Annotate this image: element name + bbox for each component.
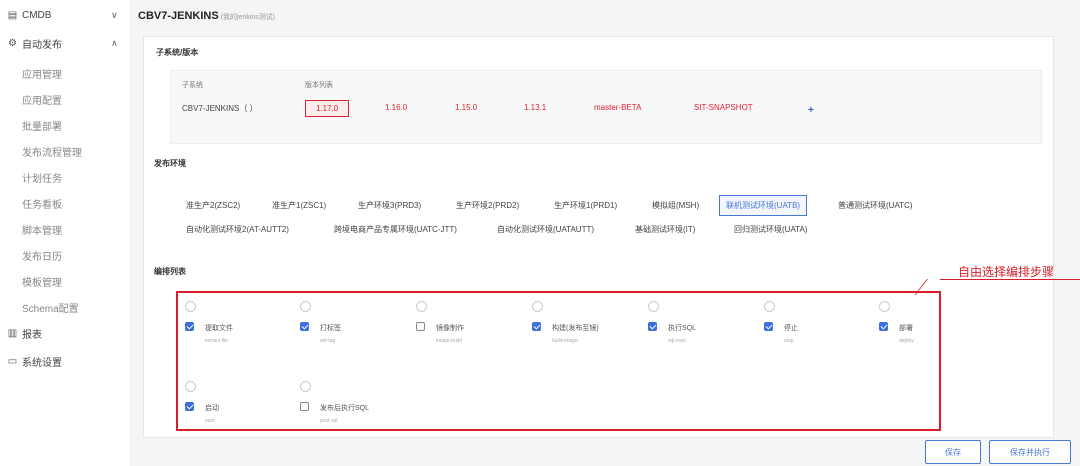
chevron-up-icon: ∧ [111,37,118,48]
sidebar-sub-item[interactable]: 模板管理 [22,274,62,289]
env-option[interactable]: 基础测试环境(IT) [635,224,695,235]
version-option[interactable]: 1.13.1 [524,103,546,112]
env-option[interactable]: 跨境电商产品专属环境(UATC-JTT) [334,224,457,235]
env-option[interactable]: 生产环境3(PRD3) [358,200,421,211]
step-order-circle [879,301,890,312]
env-option[interactable]: 准生产1(ZSC1) [272,200,326,211]
sidebar-sub-item[interactable]: 发布流程管理 [22,144,82,159]
step-checkbox[interactable] [300,402,309,411]
step-checkbox[interactable] [416,322,425,331]
version-option[interactable]: 1.15.0 [455,103,477,112]
step-sub: extract-file [205,338,229,344]
step-checkbox[interactable] [764,322,773,331]
version-option[interactable]: SIT-SNAPSHOT [694,103,753,112]
section-title-steps: 编排列表 [154,267,186,276]
steps-highlight-frame [176,291,941,431]
sidebar-sub-item[interactable]: 脚本管理 [22,222,62,237]
step-name: 提取文件 [205,325,233,332]
env-option[interactable]: 生产环境1(PRD1) [554,200,617,211]
step-checkbox[interactable] [185,402,194,411]
version-option[interactable]: master-BETA [594,103,641,112]
step-order-circle [532,301,543,312]
step-sub: deploy [899,338,914,344]
sidebar-sub-item[interactable]: 应用管理 [22,66,62,81]
step-name: 打标签 [320,325,341,332]
step-order-circle [416,301,427,312]
sidebar-item-cmdb[interactable]: ▤ CMDB ∨ [0,4,130,26]
sidebar-item-label: 系统设置 [22,357,62,369]
env-option[interactable]: 自动化测试环境2(AT-AUTT2) [186,224,289,235]
page-title: CBV7-JENKINS (我的jenkins测试) [138,10,275,22]
env-option-selected[interactable]: 联机测试环境(UATB) [719,195,808,216]
database-icon: ▤ [7,9,18,21]
step-name: 部署 [899,325,913,332]
step-order-circle [300,301,311,312]
deploy-icon: ⚙ [8,37,17,49]
step-name: 发布后执行SQL [320,405,370,412]
sidebar-item-auto-deploy[interactable]: ⚙ 自动发布 ∧ [0,32,130,54]
env-option[interactable]: 准生产2(ZSC2) [186,200,240,211]
step-checkbox[interactable] [300,322,309,331]
sidebar-sub-item[interactable]: 批量部署 [22,118,62,133]
annotation-callout: 自由选择编排步骤 [958,265,1055,279]
sidebar: ▤ CMDB ∨ ⚙ 自动发布 ∧ 应用管理 应用配置 批量部署 发布流程管理 … [0,0,131,466]
step-order-circle [300,381,311,392]
sidebar-sub-item[interactable]: Schema配置 [22,300,79,315]
step-checkbox[interactable] [648,322,657,331]
section-title-subsystem: 子系统/版本 [156,48,199,57]
section-title-env: 发布环境 [154,159,186,168]
sidebar-item-report[interactable]: ▥ 报表 [0,322,130,344]
step-checkbox[interactable] [879,322,888,331]
step-checkbox[interactable] [532,322,541,331]
sidebar-sub-item[interactable]: 发布日历 [22,248,62,263]
step-checkbox[interactable] [185,322,194,331]
step-order-circle [764,301,775,312]
version-option[interactable]: 1.16.0 [385,103,407,112]
column-header-version: 版本列表 [305,82,333,89]
save-button[interactable]: 保存 [925,440,981,464]
step-sub: stop [784,338,794,344]
env-option[interactable]: 生产环境2(PRD2) [456,200,519,211]
sidebar-sub-item[interactable]: 计划任务 [22,170,62,185]
annotation-underline [940,279,1080,280]
version-option-selected[interactable]: 1.17.0 [305,100,350,117]
report-icon: ▥ [7,327,18,339]
sidebar-item-label: 报表 [22,329,42,341]
page-subtitle: (我的jenkins测试) [220,14,276,21]
step-name: 构建(发布至镜) [552,325,599,332]
step-order-circle [185,381,196,392]
env-option[interactable]: 自动化测试环境(UATAUTT) [497,224,594,235]
save-and-run-button[interactable]: 保存并执行 [989,440,1071,464]
sidebar-item-system-settings[interactable]: ▭ 系统设置 [0,350,130,372]
step-order-circle [185,301,196,312]
column-header-subsystem: 子系统 [182,82,203,89]
add-version-icon[interactable]: + [808,105,814,116]
chevron-down-icon: ∨ [111,9,118,20]
subsystem-name: CBV7-JENKINS（ ） [182,104,258,113]
step-sub: image-build [436,338,462,344]
env-option[interactable]: 普通测试环境(UATC) [838,200,913,211]
step-sub: build-image [552,338,578,344]
env-option[interactable]: 回归测试环境(UATA) [734,224,807,235]
step-sub: sql-exec [668,338,687,344]
step-name: 执行SQL [668,325,697,332]
step-name: 镜像制作 [436,325,464,332]
step-name: 停止 [784,325,798,332]
sidebar-item-label: CMDB [22,9,52,21]
page-title-text: CBV7-JENKINS [138,10,219,22]
monitor-icon: ▭ [7,355,18,367]
env-option[interactable]: 模拟组(MSH) [652,200,699,211]
sidebar-sub-item[interactable]: 任务看板 [22,196,62,211]
step-sub: start [205,418,215,424]
sidebar-item-label: 自动发布 [22,39,62,51]
step-sub: post-sql [320,418,338,424]
step-name: 启动 [205,405,219,412]
step-order-circle [648,301,659,312]
sidebar-sub-item[interactable]: 应用配置 [22,92,62,107]
step-sub: set-tag [320,338,336,344]
